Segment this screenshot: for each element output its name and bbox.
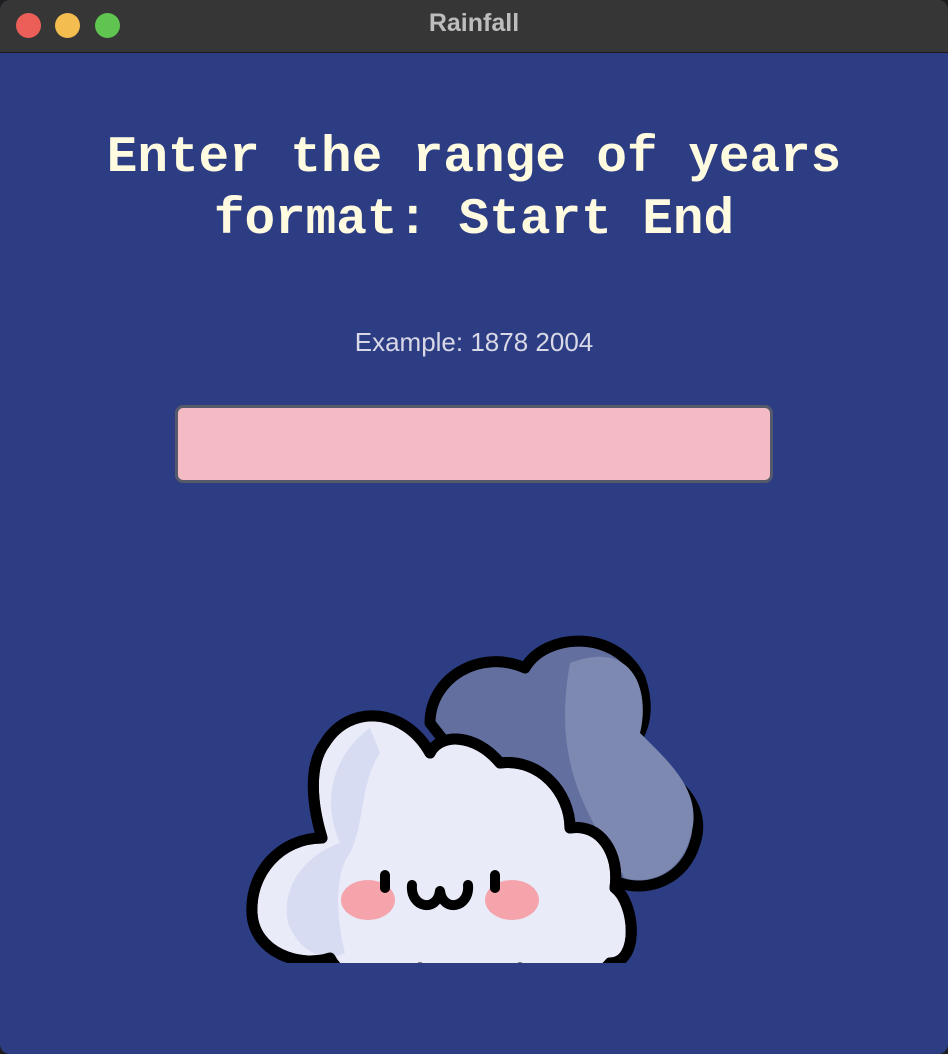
page-heading: Enter the range of years format: Start E… (0, 128, 948, 252)
title-bar: Rainfall (0, 0, 948, 53)
main-content: Enter the range of years format: Start E… (0, 53, 948, 1054)
cute-cloud-icon (246, 635, 704, 963)
heading-line-2: format: Start End (213, 192, 735, 249)
year-range-input[interactable] (175, 405, 773, 483)
window-title: Rainfall (428, 9, 520, 37)
example-hint: Example: 1878 2004 (354, 327, 594, 357)
heading-line-1: Enter the range of years (106, 130, 842, 187)
app-window: Rainfall Enter the range of years format… (0, 0, 948, 1054)
